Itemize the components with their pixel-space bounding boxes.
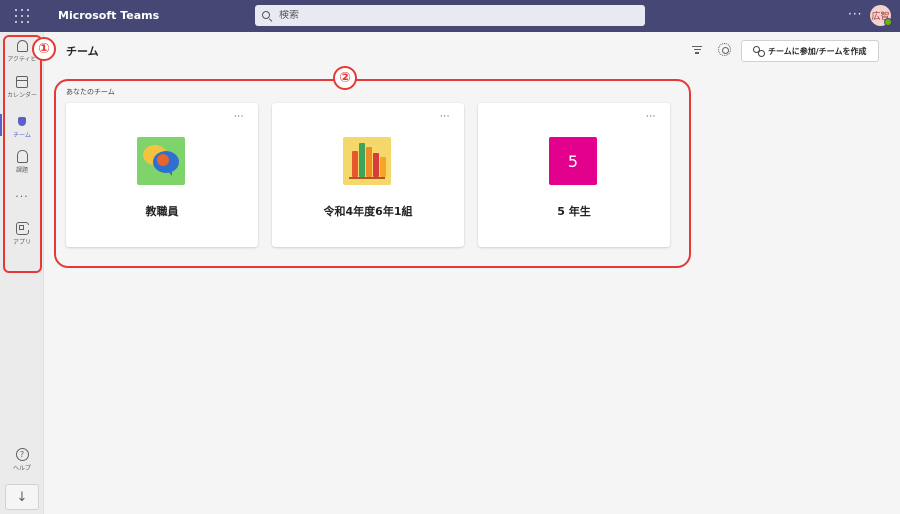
rail-item-label: ヘルプ xyxy=(12,465,31,472)
join-or-create-label: チームに参加/チームを作成 xyxy=(768,46,867,56)
annotation-outline-teams xyxy=(54,79,691,268)
help-icon: ? xyxy=(15,448,29,461)
gear-icon[interactable] xyxy=(718,43,731,56)
search-input[interactable] xyxy=(279,10,619,21)
people-add-icon xyxy=(752,46,765,57)
presence-indicator xyxy=(884,18,892,26)
more-options-icon[interactable]: ··· xyxy=(848,7,862,21)
rail-item-help[interactable]: ? ヘルプ xyxy=(2,444,42,480)
annotation-badge-2: ② xyxy=(333,66,357,90)
search-box[interactable] xyxy=(255,5,645,26)
search-icon xyxy=(261,10,273,22)
annotation-badge-1: ① xyxy=(32,37,56,61)
app-title: Microsoft Teams xyxy=(58,9,160,22)
title-bar: Microsoft Teams ··· 広智 xyxy=(0,0,900,32)
download-button[interactable]: ↓ xyxy=(5,484,39,510)
filter-icon[interactable] xyxy=(692,46,702,54)
annotation-outline-rail xyxy=(3,35,42,273)
download-icon: ↓ xyxy=(16,489,28,505)
join-or-create-team-button[interactable]: チームに参加/チームを作成 xyxy=(741,40,879,62)
app-launcher-icon[interactable] xyxy=(15,9,29,23)
page-title: チーム xyxy=(66,45,99,58)
